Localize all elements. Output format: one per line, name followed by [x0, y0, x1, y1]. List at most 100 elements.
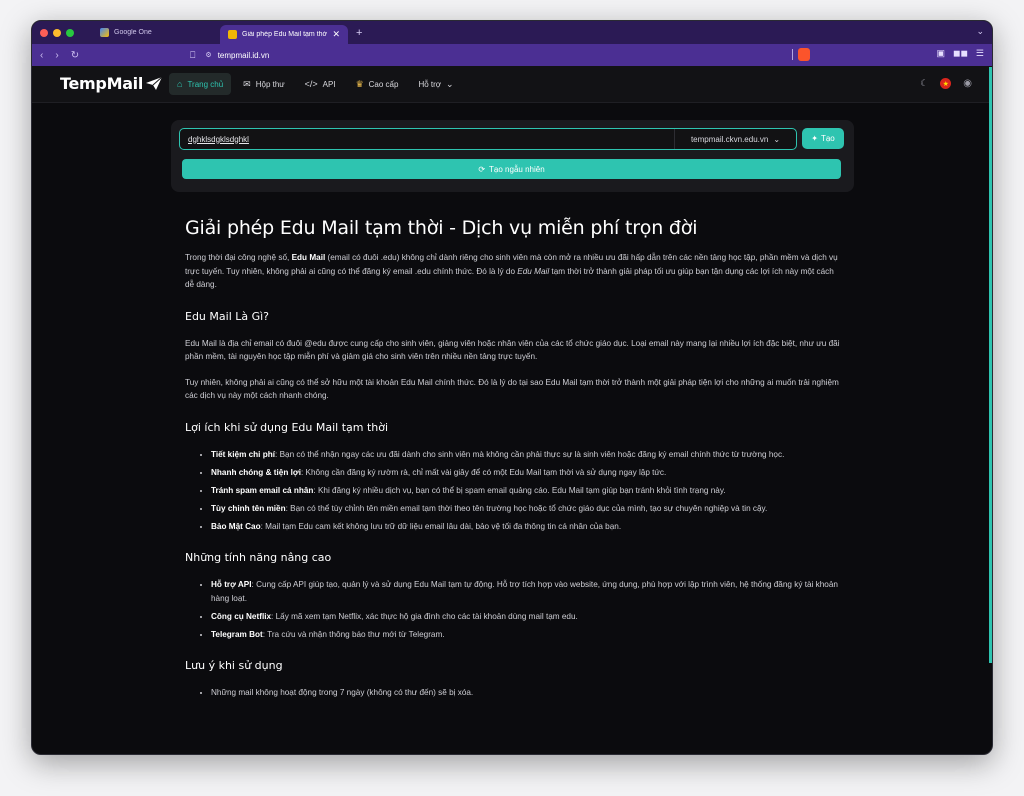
- bold-text: Edu Mail: [291, 253, 326, 262]
- item-text: : Tra cứu và nhận thông báo thư mới từ T…: [262, 629, 445, 639]
- item-text: : Cung cấp API giúp tạo, quản lý và sử d…: [211, 580, 838, 603]
- scrollbar[interactable]: [989, 67, 992, 663]
- moon-icon[interactable]: ☾: [920, 78, 928, 89]
- item-text: : Bạn có thể tùy chỉnh tên miền email tạ…: [285, 503, 768, 513]
- text: Trong thời đại công nghệ số,: [185, 253, 292, 262]
- create-button[interactable]: ✦ Tạo: [802, 128, 844, 149]
- nav-label: Trang chủ: [187, 79, 224, 89]
- brave-shield-icon[interactable]: [798, 48, 810, 61]
- list-item: Tránh spam email cá nhân: Khi đăng ký nh…: [211, 484, 845, 498]
- reload-icon[interactable]: ↻: [71, 50, 79, 61]
- item-text: : Không cần đăng ký rườm rà, chỉ mất vài…: [300, 467, 667, 477]
- nav-inbox[interactable]: ✉ Hộp thư: [235, 73, 292, 95]
- close-tab-icon[interactable]: ✕: [332, 29, 340, 40]
- create-label: Tạo: [820, 134, 835, 143]
- intro-paragraph: Trong thời đại công nghệ số, Edu Mail (e…: [185, 251, 845, 292]
- browser-actions: ▣ ◼◼ ☰: [936, 48, 984, 59]
- italic-text: Edu Mail: [517, 266, 550, 276]
- nav-label: API: [322, 79, 336, 89]
- email-username-input[interactable]: dghklsdgklsdghkl: [180, 135, 674, 144]
- paragraph: Edu Mail là địa chỉ email có đuôi @edu đ…: [185, 338, 840, 362]
- section-heading: Lợi ích khi sử dụng Edu Mail tạm thời: [185, 420, 389, 434]
- code-icon: </>: [304, 79, 318, 89]
- list-item: Hỗ trợ API: Cung cấp API giúp tạo, quản …: [211, 578, 845, 605]
- maximize-window-button[interactable]: [66, 28, 74, 37]
- page-title: Giải phép Edu Mail tạm thời - Dịch vụ mi…: [185, 217, 698, 239]
- list-item: Những mail không hoạt động trong 7 ngày …: [211, 686, 845, 700]
- google-one-icon: [100, 28, 109, 37]
- sidebar-toggle-icon[interactable]: ▣: [936, 48, 945, 59]
- item-title: Nhanh chóng & tiện lợi: [211, 467, 301, 477]
- item-title: Tránh spam email cá nhân: [211, 485, 314, 495]
- item-text: : Lấy mã xem tạm Netflix, xác thực hộ gi…: [271, 611, 578, 621]
- sparkle-icon: ✦: [811, 134, 818, 143]
- new-tab-button[interactable]: +: [356, 27, 362, 39]
- benefits-list: Tiết kiệm chi phí: Bạn có thể nhận ngay …: [211, 448, 845, 534]
- site-info-icon[interactable]: ⚙: [205, 51, 211, 59]
- tab-google-one[interactable]: Google One: [92, 24, 220, 42]
- item-title: Công cụ Netflix: [211, 611, 272, 621]
- list-item: Telegram Bot: Tra cứu và nhận thông báo …: [211, 628, 845, 642]
- site-header: TempMail ⌂ Trang chủ ✉ Hộp thư </> API ♛…: [32, 66, 992, 103]
- logo-text: TempMail: [60, 74, 144, 93]
- url-text: tempmail.id.vn: [217, 50, 270, 60]
- bookmark-icon[interactable]: ⎕: [190, 50, 195, 61]
- nav-support[interactable]: Hỗ trợ ⌄: [410, 73, 461, 95]
- section-heading: Edu Mail Là Gì?: [185, 309, 270, 323]
- url-field[interactable]: ⚙ tempmail.id.vn: [205, 51, 269, 60]
- notes-list: Những mail không hoạt động trong 7 ngày …: [211, 686, 845, 700]
- list-item: Bảo Mật Cao: Mail tạm Edu cam kết không …: [211, 520, 845, 534]
- item-text: : Mail tạm Edu cam kết không lưu trữ dữ …: [260, 521, 622, 531]
- chevron-down-icon: ⌄: [446, 78, 454, 89]
- vietnam-flag-icon[interactable]: ★: [940, 78, 952, 89]
- item-title: Tùy chỉnh tên miền: [211, 503, 286, 513]
- refresh-icon: ⟳: [478, 164, 486, 174]
- item-text: : Khi đăng ký nhiều dịch vụ, bạn có thể …: [313, 485, 726, 495]
- list-item: Công cụ Netflix: Lấy mã xem tạm Netflix,…: [211, 610, 845, 624]
- domain-select[interactable]: tempmail.ckvn.edu.vn ⌄: [674, 129, 796, 149]
- home-icon: ⌂: [177, 79, 183, 89]
- list-item: Tùy chỉnh tên miền: Bạn có thể tùy chỉnh…: [211, 502, 845, 516]
- list-item: Tiết kiệm chi phí: Bạn có thể nhận ngay …: [211, 448, 845, 462]
- nav-label: Cao cấp: [368, 79, 399, 89]
- nav-premium[interactable]: ♛ Cao cấp: [348, 73, 407, 95]
- address-bar: ‹ › ↻ ⎕ ⚙ tempmail.id.vn ▣ ◼◼ ☰: [32, 44, 992, 66]
- window-controls: [40, 28, 74, 37]
- tab-bar: Google One Giải phép Edu Mail tạm thời -…: [32, 21, 992, 44]
- close-window-button[interactable]: [40, 28, 48, 37]
- article: Giải phép Edu Mail tạm thời - Dịch vụ mi…: [185, 217, 845, 704]
- item-title: Hỗ trợ API: [211, 580, 252, 589]
- back-icon[interactable]: ‹: [40, 50, 43, 61]
- item-title: Bảo Mật Cao: [211, 521, 261, 531]
- nav-label: Hỗ trợ: [418, 79, 442, 89]
- divider: [792, 49, 793, 60]
- browser-window: Google One Giải phép Edu Mail tạm thời -…: [31, 20, 993, 755]
- email-input-group: dghklsdgklsdghkl tempmail.ckvn.edu.vn ⌄: [179, 128, 797, 150]
- crown-icon: ♛: [355, 78, 364, 89]
- section-heading: Lưu ý khi sử dụng: [185, 659, 283, 672]
- tab-list-chevron-icon[interactable]: ⌄: [976, 26, 984, 37]
- list-item: Nhanh chóng & tiện lợi: Không cần đăng k…: [211, 466, 845, 480]
- tempmail-favicon-icon: [228, 30, 237, 39]
- menu-icon[interactable]: ☰: [976, 48, 984, 59]
- forward-icon[interactable]: ›: [55, 50, 58, 61]
- item-title: Telegram Bot: [211, 629, 263, 639]
- chevron-down-icon: ⌄: [773, 134, 781, 144]
- paragraph: Tuy nhiên, không phải ai cũng có thể sở …: [185, 377, 839, 401]
- item-title: Tiết kiệm chi phí: [211, 449, 276, 459]
- item-text: : Bạn có thể nhận ngay các ưu đãi dành c…: [275, 449, 785, 459]
- domain-value: tempmail.ckvn.edu.vn: [690, 134, 769, 144]
- header-actions: ☾ ★ ◉: [920, 78, 972, 89]
- nav-api[interactable]: </> API: [297, 73, 344, 95]
- user-icon[interactable]: ◉: [963, 78, 972, 89]
- main-nav: ⌂ Trang chủ ✉ Hộp thư </> API ♛ Cao cấp …: [169, 73, 462, 95]
- minimize-window-button[interactable]: [53, 28, 61, 37]
- tab-tempmail[interactable]: Giải phép Edu Mail tạm thời - Dịch ✕: [220, 25, 348, 44]
- site-logo[interactable]: TempMail: [60, 74, 163, 93]
- section-heading: Những tính năng nâng cao: [185, 551, 332, 564]
- tab-title: Google One: [114, 29, 152, 36]
- item-text: Những mail không hoạt động trong 7 ngày …: [211, 688, 474, 697]
- nav-home[interactable]: ⌂ Trang chủ: [169, 73, 232, 95]
- private-mode-icon[interactable]: ◼◼: [953, 48, 968, 59]
- random-generate-button[interactable]: ⟳ Tạo ngẫu nhiên: [182, 159, 841, 179]
